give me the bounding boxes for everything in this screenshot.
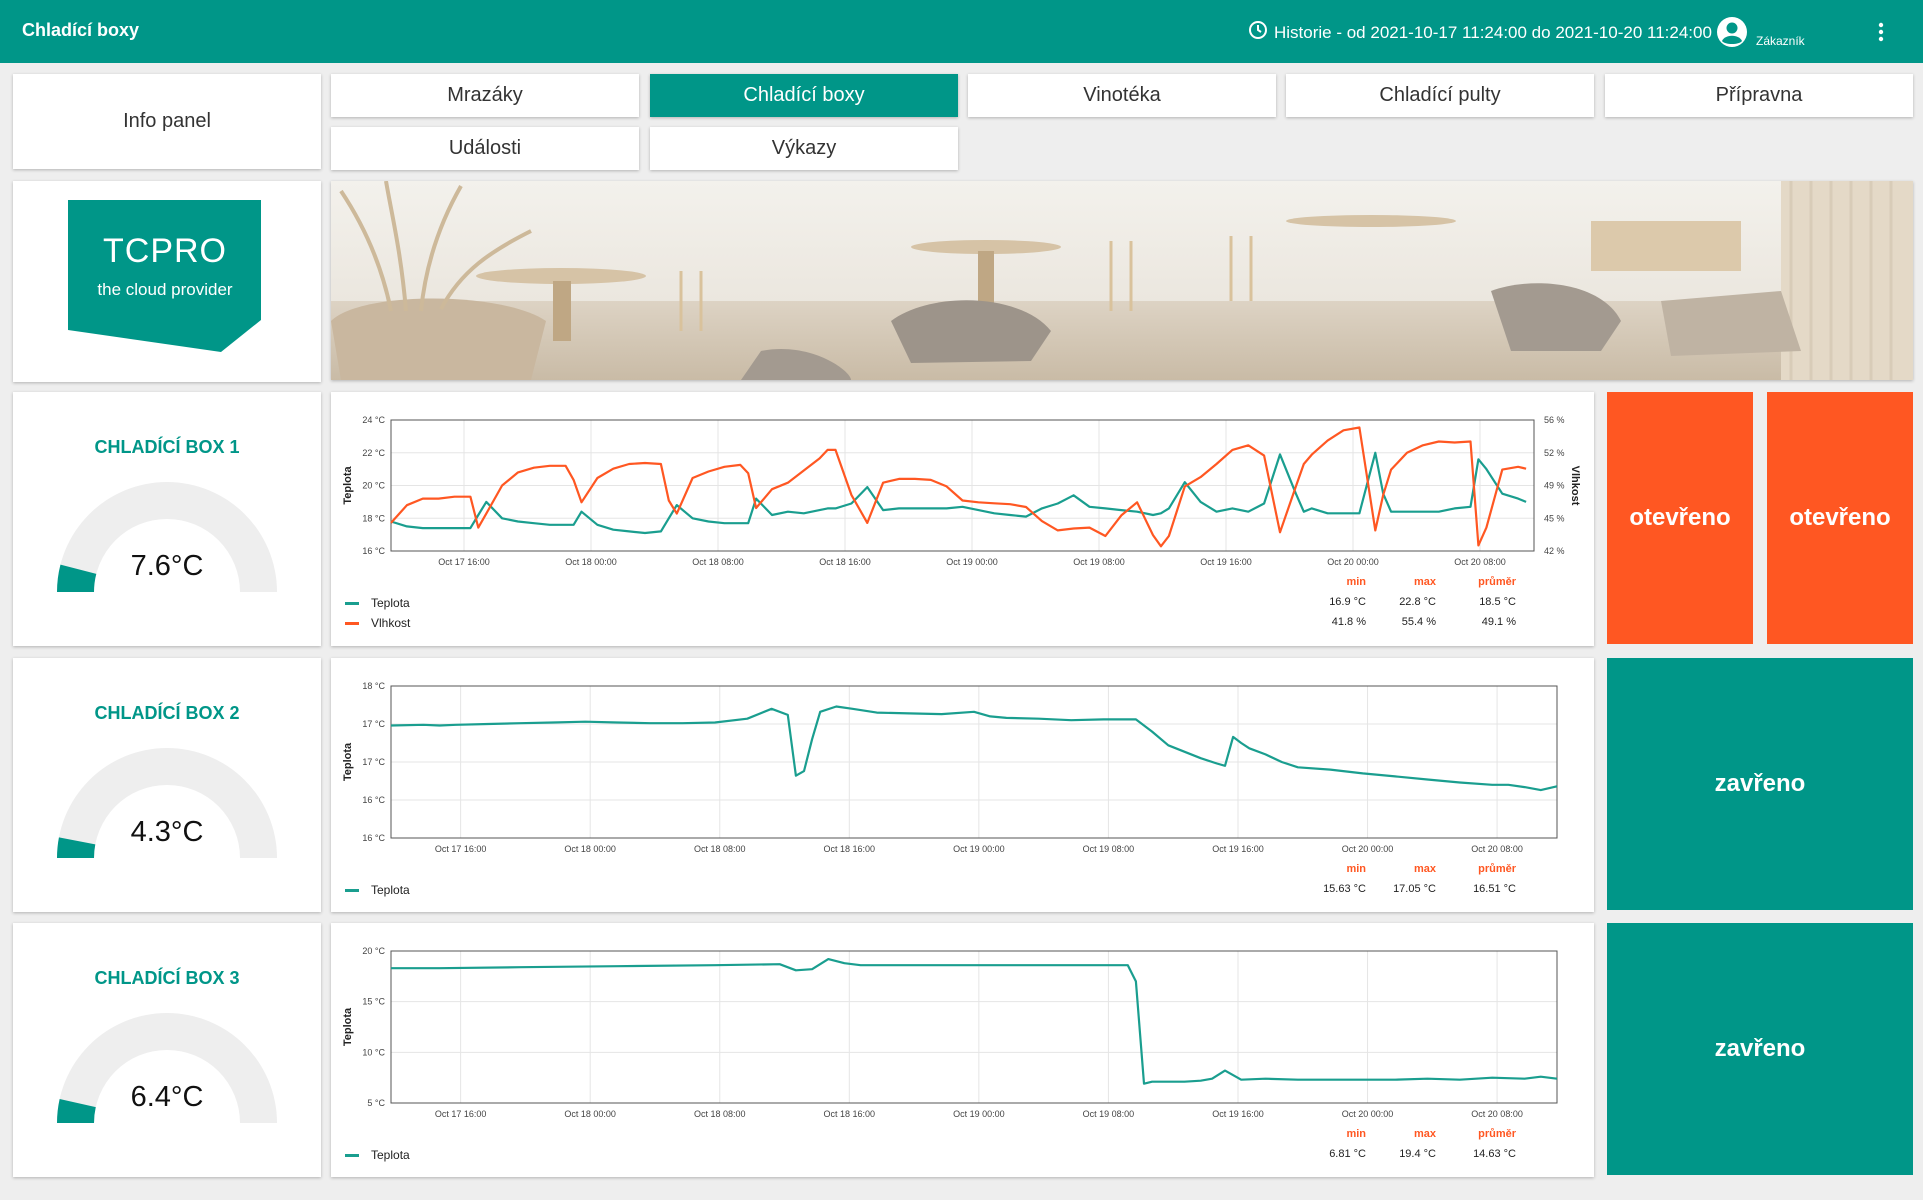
- gauge-card: CHLADÍCÍ BOX 3 6.4°C: [13, 923, 321, 1177]
- tab-mrazaky[interactable]: Mrazáky: [331, 74, 639, 117]
- gauge-value: 4.3°C: [130, 816, 204, 848]
- stats-header: min: [1346, 576, 1366, 588]
- gauge-value: 6.4°C: [130, 1081, 204, 1113]
- stats-value: 41.8 %: [1331, 616, 1366, 628]
- stats-header: max: [1413, 576, 1436, 588]
- tab-chladici-boxy[interactable]: Chladící boxy: [650, 74, 958, 117]
- more-vert-icon[interactable]: [1876, 20, 1886, 49]
- stats-table: min 6.81 °C max 19.4 °C průměr 14.63 °C: [331, 923, 1594, 1177]
- logo-name: TCPRO: [103, 232, 227, 270]
- stats-value: 16.9 °C: [1329, 596, 1366, 608]
- door-status-open: otevřeno: [1767, 392, 1913, 644]
- stats-table: min 15.63 °C max 17.05 °C průměr 16.51 °C: [331, 658, 1594, 912]
- stats-value: 22.8 °C: [1399, 596, 1436, 608]
- account-circle-icon: [1716, 16, 1748, 53]
- stats-table: min 16.9 °C 41.8 % max 22.8 °C 55.4 % průměr 18…: [331, 392, 1594, 646]
- stats-value: 55.4 %: [1401, 616, 1436, 628]
- stats-value: 15.63 °C: [1323, 883, 1366, 895]
- stats-value: 18.5 °C: [1479, 596, 1516, 608]
- stats-header: max: [1413, 1128, 1436, 1140]
- chart-card: Oct 17 16:00 Oct 18 00:00 Oct 18 08:00 Oct …: [331, 923, 1594, 1177]
- tab-vykazy[interactable]: Výkazy: [650, 127, 958, 170]
- chart-card: Oct 17 16:00 Oct 18 00:00 Oct 18 08:00 Oct …: [331, 658, 1594, 912]
- app-bar: Chladící boxy Historie - od 2021-10-17 1…: [0, 0, 1923, 63]
- stats-value: 19.4 °C: [1399, 1148, 1436, 1160]
- box-title: CHLADÍCÍ BOX 3: [94, 968, 240, 988]
- stats-value: 6.81 °C: [1329, 1148, 1366, 1160]
- tab-vinoteka[interactable]: Vinotéka: [968, 74, 1276, 117]
- info-panel-button[interactable]: Info panel: [13, 74, 321, 169]
- tab-pripravna[interactable]: Přípravna: [1605, 74, 1913, 117]
- chart-card: Oct 17 16:00 Oct 18 00:00 Oct 18 08:00 Oct …: [331, 392, 1594, 646]
- logo-card: TCPRO the cloud provider: [13, 181, 321, 382]
- history-label: Historie - od 2021-10-17 11:24:00 do 202…: [1274, 22, 1712, 42]
- gauge-value: 7.6°C: [130, 550, 204, 582]
- user-role: Zákazník: [1756, 33, 1805, 48]
- stats-header: min: [1346, 1128, 1366, 1140]
- logo-tagline: the cloud provider: [97, 280, 232, 299]
- tab-udalosti[interactable]: Události: [331, 127, 639, 170]
- tcpro-logo: TCPRO the cloud provider: [68, 200, 261, 352]
- door-status-closed: zavřeno: [1607, 923, 1913, 1175]
- user-menu[interactable]: Zákazník: [1716, 16, 1805, 53]
- stats-header: min: [1346, 863, 1366, 875]
- box-title: CHLADÍCÍ BOX 2: [94, 703, 240, 723]
- stats-header: průměr: [1478, 1128, 1516, 1140]
- gauge-card: CHLADÍCÍ BOX 2 4.3°C: [13, 658, 321, 912]
- history-range[interactable]: Historie - od 2021-10-17 11:24:00 do 202…: [1248, 20, 1712, 45]
- box-title: CHLADÍCÍ BOX 1: [94, 437, 240, 457]
- app-title: Chladící boxy: [22, 20, 140, 40]
- stats-header: průměr: [1478, 576, 1516, 588]
- door-status-closed: zavřeno: [1607, 658, 1913, 910]
- stats-value: 17.05 °C: [1393, 883, 1436, 895]
- tab-chladici-pulty[interactable]: Chladící pulty: [1286, 74, 1594, 117]
- banner-image: [331, 181, 1913, 380]
- stats-header: max: [1413, 863, 1436, 875]
- clock-icon: [1248, 20, 1268, 45]
- door-status-open: otevřeno: [1607, 392, 1753, 644]
- stats-value: 16.51 °C: [1473, 883, 1516, 895]
- gauge-card: CHLADÍCÍ BOX 1 7.6°C: [13, 392, 321, 646]
- stats-value: 49.1 %: [1481, 616, 1516, 628]
- stats-value: 14.63 °C: [1473, 1148, 1516, 1160]
- stats-header: průměr: [1478, 863, 1516, 875]
